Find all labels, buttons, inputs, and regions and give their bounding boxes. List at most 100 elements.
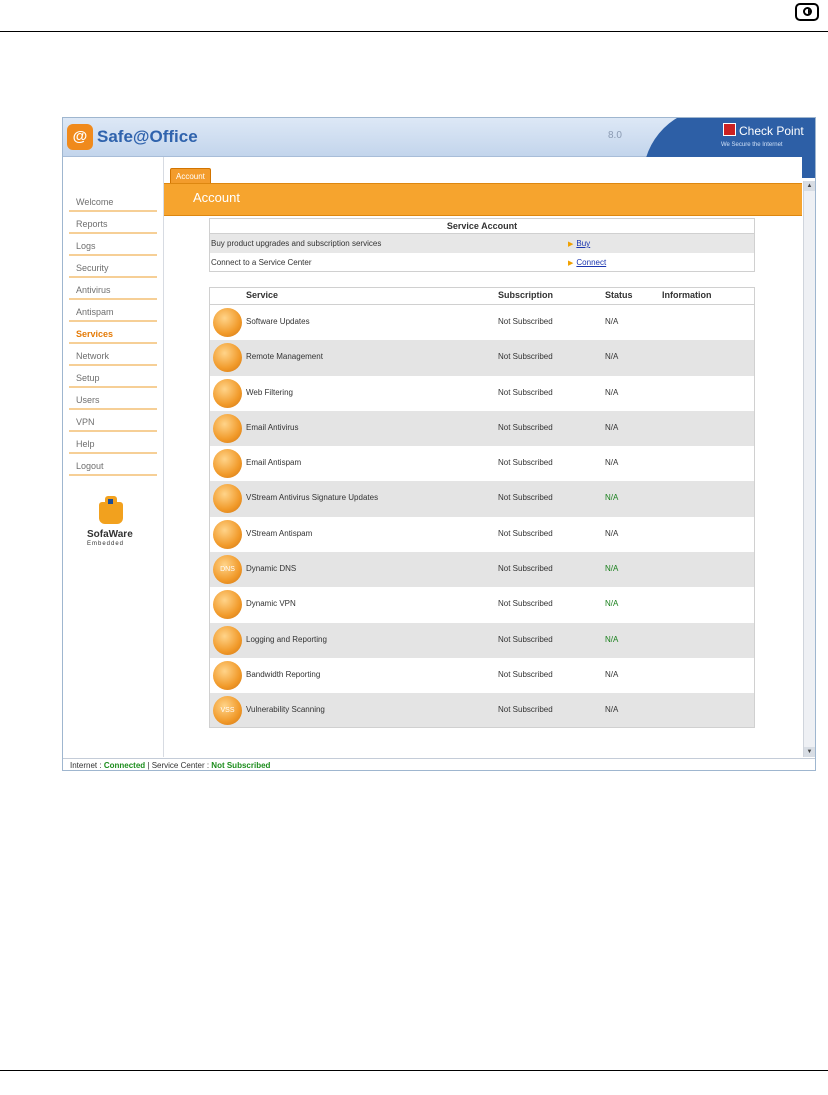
service-status: N/A	[605, 634, 619, 644]
sidebar-item-vpn[interactable]: VPN	[69, 413, 157, 432]
subscription-status: Not Subscribed	[498, 493, 553, 503]
subscription-status: Not Subscribed	[498, 458, 553, 468]
sidebar-item-reports[interactable]: Reports	[69, 215, 157, 234]
vstream-antivirus-icon[interactable]	[213, 484, 242, 514]
vulnerability-scanning-icon[interactable]: VSS	[213, 696, 242, 726]
sidebar-item-setup[interactable]: Setup	[69, 369, 157, 388]
page-title: Account	[193, 190, 240, 205]
vstream-antispam-icon[interactable]	[213, 519, 242, 549]
table-row: Dynamic VPN Not Subscribed N/A	[210, 587, 754, 622]
sidebar-item-logs[interactable]: Logs	[69, 237, 157, 256]
remote-management-icon[interactable]	[213, 343, 242, 373]
service-name: Email Antivirus	[246, 422, 299, 432]
sidebar-item-logout[interactable]: Logout	[69, 457, 157, 476]
subscription-status: Not Subscribed	[498, 528, 553, 538]
vertical-scrollbar[interactable]: ▲ ▼	[803, 181, 815, 757]
services-table-body: Software Updates Not Subscribed N/A Remote …	[210, 305, 754, 727]
scroll-up-icon[interactable]: ▲	[804, 181, 815, 191]
email-antispam-icon[interactable]	[213, 449, 242, 479]
sidebar-item-network[interactable]: Network	[69, 347, 157, 366]
vendor-logo: Check Point	[723, 123, 804, 138]
tab-account[interactable]: Account	[170, 168, 211, 184]
logging-reporting-icon[interactable]	[213, 625, 242, 655]
theme-toggle-icon	[795, 3, 819, 21]
dynamic-vpn-icon[interactable]	[213, 590, 242, 620]
column-header-information: Information	[662, 290, 712, 300]
service-status: N/A	[605, 493, 619, 503]
vendor-name: Check Point	[739, 124, 804, 138]
table-row: VSS Vulnerability Scanning Not Subscribed N…	[210, 693, 754, 727]
service-status: N/A	[605, 528, 619, 538]
header-rule	[0, 31, 828, 32]
status-separator: |	[147, 761, 150, 770]
service-status: N/A	[605, 422, 619, 432]
service-status: N/A	[605, 705, 619, 715]
column-header-status: Status	[605, 290, 633, 300]
sidebar-item-welcome[interactable]: Welcome	[69, 193, 157, 212]
sidebar: Welcome Reports Logs Security Antivirus …	[63, 157, 164, 757]
sidebar-item-antispam[interactable]: Antispam	[69, 303, 157, 322]
connect-link-wrap: ▶ Connect	[568, 253, 606, 273]
arrow-right-icon: ▶	[568, 241, 574, 248]
services-table-header: Service Subscription Status Information	[210, 288, 754, 305]
email-antivirus-icon[interactable]	[213, 413, 242, 443]
bandwidth-reporting-icon[interactable]	[213, 660, 242, 690]
app-title: Safe@Office	[97, 127, 198, 146]
app-logo-icon: @	[67, 124, 93, 150]
account-row-text: Buy product upgrades and subscription se…	[211, 239, 382, 248]
service-name: VStream Antispam	[246, 528, 313, 538]
subscription-status: Not Subscribed	[498, 599, 553, 609]
service-account-table: Service Account Buy product upgrades and…	[209, 218, 755, 272]
subscription-status: Not Subscribed	[498, 564, 553, 574]
checkpoint-logo-icon	[723, 123, 736, 136]
account-row-text: Connect to a Service Center	[211, 258, 312, 267]
table-row: Logging and Reporting Not Subscribed N/A	[210, 622, 754, 658]
app-banner: @ Safe@Office 8.0 Check Point We Secure …	[63, 118, 815, 178]
arrow-right-icon: ▶	[568, 260, 574, 267]
service-status: N/A	[605, 669, 619, 679]
connect-link[interactable]: Connect	[576, 258, 606, 267]
subscription-status: Not Subscribed	[498, 422, 553, 432]
table-row: Remote Management Not Subscribed N/A	[210, 340, 754, 376]
service-name: Software Updates	[246, 317, 310, 326]
table-row: Web Filtering Not Subscribed N/A	[210, 376, 754, 411]
sidebar-item-services[interactable]: Services	[69, 325, 157, 344]
buy-link[interactable]: Buy	[576, 239, 590, 248]
sidebar-item-help[interactable]: Help	[69, 435, 157, 454]
table-row: Email Antivirus Not Subscribed N/A	[210, 410, 754, 447]
vendor-tagline: We Secure the Internet	[721, 142, 783, 148]
sidebar-item-antivirus[interactable]: Antivirus	[69, 281, 157, 300]
service-status: N/A	[605, 458, 619, 468]
dynamic-dns-icon[interactable]: DNS	[213, 555, 242, 585]
table-row: Software Updates Not Subscribed N/A	[210, 305, 754, 340]
web-filtering-icon[interactable]	[213, 378, 242, 408]
sofaware-sub: Embedded	[87, 541, 125, 547]
subscription-status: Not Subscribed	[498, 634, 553, 644]
service-status: N/A	[605, 317, 619, 326]
column-header-service: Service	[246, 290, 279, 300]
status-bar: Internet : Connected | Service Center : …	[63, 758, 815, 770]
service-status: N/A	[605, 599, 619, 609]
service-status: N/A	[605, 564, 619, 574]
column-header-subscription: Subscription	[498, 290, 554, 300]
services-table: Service Subscription Status Information …	[209, 287, 755, 728]
table-row: VStream Antispam Not Subscribed N/A	[210, 517, 754, 552]
subscription-status: Not Subscribed	[498, 317, 553, 326]
service-center-label: Service Center :	[151, 761, 210, 770]
table-row: DNS Dynamic DNS Not Subscribed N/A	[210, 552, 754, 588]
table-row: VStream Antivirus Signature Updates Not S…	[210, 481, 754, 517]
service-name: Bandwidth Reporting	[246, 669, 321, 679]
subscription-status: Not Subscribed	[498, 387, 553, 397]
table-row: Bandwidth Reporting Not Subscribed N/A	[210, 658, 754, 693]
internet-label: Internet :	[70, 761, 102, 770]
sidebar-item-users[interactable]: Users	[69, 391, 157, 410]
service-name: Remote Management	[246, 352, 323, 362]
software-updates-icon[interactable]	[213, 308, 242, 337]
sofaware-logo-icon	[99, 496, 123, 524]
main-content: Account Account Service Account Buy prod…	[164, 157, 802, 759]
scroll-down-icon[interactable]: ▼	[804, 747, 815, 757]
service-name: Dynamic DNS	[246, 564, 297, 574]
buy-link-wrap: ▶ Buy	[568, 234, 590, 254]
app-window: @ Safe@Office 8.0 Check Point We Secure …	[62, 117, 816, 771]
sidebar-item-security[interactable]: Security	[69, 259, 157, 278]
